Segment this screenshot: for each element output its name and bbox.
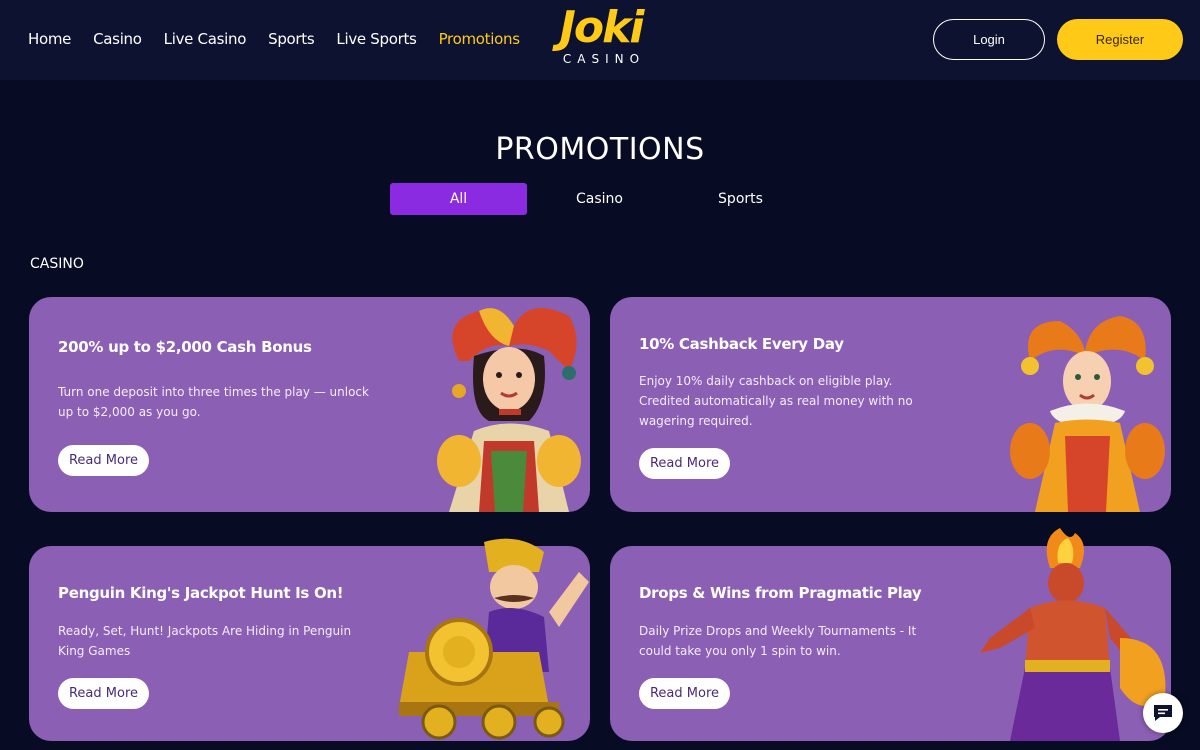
section-heading-casino: CASINO bbox=[30, 256, 84, 272]
site-logo[interactable]: Joki CASINO bbox=[546, 6, 656, 68]
nav-live-sports[interactable]: Live Sports bbox=[336, 30, 416, 48]
promo-card: 10% Cashback Every Day Enjoy 10% daily c… bbox=[610, 297, 1171, 512]
tab-sports[interactable]: Sports bbox=[672, 183, 809, 215]
jester-girl-illustration bbox=[437, 308, 581, 512]
live-chat-button[interactable] bbox=[1143, 693, 1183, 733]
logo-word: Joki bbox=[559, 2, 645, 53]
promo-card: Penguin King's Jackpot Hunt Is On! Ready… bbox=[29, 538, 590, 741]
read-more-button[interactable]: Read More bbox=[639, 448, 730, 479]
logo-subtitle: CASINO bbox=[562, 52, 646, 66]
fire-warrior-illustration bbox=[980, 528, 1166, 741]
nav-home[interactable]: Home bbox=[28, 30, 71, 48]
tab-casino[interactable]: Casino bbox=[531, 183, 668, 215]
read-more-button[interactable]: Read More bbox=[639, 678, 730, 709]
chat-bubble-icon bbox=[1154, 705, 1172, 721]
promo-card: Drops & Wins from Pragmatic Play Daily P… bbox=[610, 528, 1171, 741]
read-more-button[interactable]: Read More bbox=[58, 678, 149, 709]
promo-title: 10% Cashback Every Day bbox=[639, 335, 844, 353]
promo-description: Ready, Set, Hunt! Jackpots Are Hiding in… bbox=[58, 624, 352, 658]
harlequin-woman-illustration bbox=[1010, 316, 1165, 512]
promo-title: Drops & Wins from Pragmatic Play bbox=[639, 584, 922, 602]
main-nav: Home Casino Live Casino Sports Live Spor… bbox=[28, 30, 542, 48]
register-button[interactable]: Register bbox=[1057, 19, 1183, 60]
nav-casino[interactable]: Casino bbox=[93, 30, 142, 48]
read-more-button[interactable]: Read More bbox=[58, 445, 149, 476]
promo-description: Daily Prize Drops and Weekly Tournaments… bbox=[639, 624, 917, 658]
site-header: Home Casino Live Casino Sports Live Spor… bbox=[0, 0, 1200, 80]
train-conductor-illustration bbox=[399, 538, 589, 740]
nav-live-casino[interactable]: Live Casino bbox=[164, 30, 247, 48]
nav-sports[interactable]: Sports bbox=[268, 30, 315, 48]
login-button[interactable]: Login bbox=[933, 19, 1045, 60]
tab-all[interactable]: All bbox=[390, 183, 527, 215]
page-title: PROMOTIONS bbox=[495, 132, 705, 167]
promo-description: Turn one deposit into three times the pl… bbox=[58, 385, 369, 419]
promo-title: Penguin King's Jackpot Hunt Is On! bbox=[58, 584, 344, 602]
promo-description: Enjoy 10% daily cashback on eligible pla… bbox=[639, 374, 913, 428]
promo-title: 200% up to $2,000 Cash Bonus bbox=[58, 338, 312, 356]
nav-promotions[interactable]: Promotions bbox=[439, 30, 520, 48]
promo-card: 200% up to $2,000 Cash Bonus Turn one de… bbox=[29, 297, 590, 512]
